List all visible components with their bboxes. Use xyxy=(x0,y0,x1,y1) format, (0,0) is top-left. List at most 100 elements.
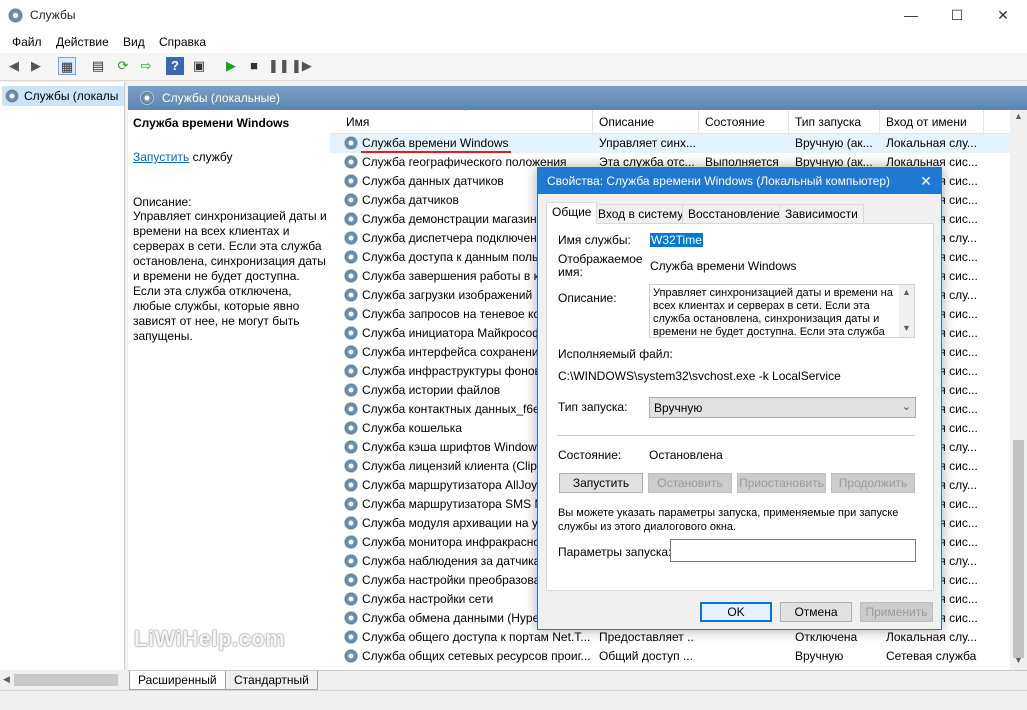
refresh-icon[interactable]: ⟳ xyxy=(114,57,132,75)
column-header-name[interactable]: Имя xyxy=(346,115,369,129)
minimize-button[interactable]: — xyxy=(888,0,934,31)
console-tree-icon[interactable]: ▦ xyxy=(58,57,76,75)
cancel-button[interactable]: Отмена xyxy=(780,602,852,622)
start-service-link[interactable]: Запустить xyxy=(133,150,189,164)
desc-text: Управляет синхронизацией даты и времени … xyxy=(133,209,327,343)
menu-view[interactable]: Вид xyxy=(123,35,145,49)
pause-service-icon[interactable]: ❚❚ xyxy=(268,57,290,75)
tab-general[interactable]: Общие xyxy=(546,202,598,224)
executable-label: Исполняемый файл: xyxy=(558,347,673,361)
service-gear-icon xyxy=(344,554,358,568)
service-gear-icon xyxy=(344,212,358,226)
description-label: Описание: xyxy=(558,291,617,305)
forward-arrow-icon[interactable]: ▶ xyxy=(27,57,45,75)
menu-bar: Файл Действие Вид Справка xyxy=(0,31,1027,53)
show-hide-pane-icon[interactable]: ▣ xyxy=(190,57,208,75)
pause-button[interactable]: Приостановить xyxy=(737,473,826,493)
start-params-input[interactable] xyxy=(670,539,916,562)
tab-log-on[interactable]: Вход в систему xyxy=(592,204,690,223)
service-gear-icon xyxy=(344,288,358,302)
service-gear-icon xyxy=(344,326,358,340)
service-gear-icon xyxy=(344,535,358,549)
apply-button[interactable]: Применить xyxy=(860,602,933,622)
column-header-description[interactable]: Описание xyxy=(599,115,654,129)
export-list-icon[interactable]: ⇨ xyxy=(137,57,155,75)
services-app-icon xyxy=(8,8,23,23)
chevron-down-icon: ⌄ xyxy=(901,401,911,413)
description-pane: Служба времени Windows Запустить службу … xyxy=(128,110,330,670)
scroll-left-icon[interactable]: ◀ xyxy=(3,674,10,685)
table-row[interactable]: Служба времени Windows Управляет синх... В… xyxy=(330,134,1010,153)
tab-standard[interactable]: Стандартный xyxy=(225,671,318,690)
ok-button[interactable]: OK xyxy=(700,602,772,622)
startup-type-value: Вручную xyxy=(654,401,703,415)
column-header-status[interactable]: Состояние xyxy=(705,115,765,129)
menu-file[interactable]: Файл xyxy=(12,35,42,49)
list-header: ⌃ Имя Описание Состояние Тип запуска Вхо… xyxy=(330,110,1010,134)
tab-recovery[interactable]: Восстановление xyxy=(682,204,786,223)
service-gear-icon xyxy=(344,592,358,606)
resume-button[interactable]: Продолжить xyxy=(831,473,915,493)
service-gear-icon xyxy=(344,136,358,150)
service-gear-icon xyxy=(344,383,358,397)
cell-name: Служба времени Windows xyxy=(362,136,509,150)
cell-desc: Предоставляет ... xyxy=(599,630,695,644)
scroll-up-icon[interactable]: ▲ xyxy=(902,287,911,297)
executable-path[interactable]: C:\WINDOWS\system32\svchost.exe -k Local… xyxy=(558,369,841,383)
start-service-icon[interactable]: ▶ xyxy=(222,57,240,75)
maximize-button[interactable]: ☐ xyxy=(934,0,980,31)
start-button[interactable]: Запустить xyxy=(559,473,643,493)
tree-horizontal-scrollbar[interactable]: ◀ xyxy=(0,670,125,690)
dialog-title-bar: Свойства: Служба времени Windows (Локаль… xyxy=(538,168,941,194)
column-header-startup-type[interactable]: Тип запуска xyxy=(795,115,861,129)
scroll-down-icon[interactable]: ▼ xyxy=(902,323,911,333)
divider xyxy=(558,435,915,436)
tree-item-services-local[interactable]: Службы (локалы xyxy=(2,86,124,106)
restart-service-icon[interactable]: ❚▶ xyxy=(291,57,312,75)
tab-dependencies[interactable]: Зависимости xyxy=(779,204,864,223)
window-title: Службы xyxy=(30,8,76,22)
tree-item-label: Службы (локалы xyxy=(24,89,119,103)
general-tab-panel: Имя службы: W32Time Отображаемое имя: Сл… xyxy=(546,223,934,591)
services-gear-icon xyxy=(5,89,19,103)
service-gear-icon xyxy=(344,611,358,625)
scrollbar-thumb[interactable] xyxy=(1013,440,1024,658)
menu-action[interactable]: Действие xyxy=(56,35,109,49)
service-gear-icon xyxy=(344,155,358,169)
description-scrollbar[interactable]: ▲ ▼ xyxy=(899,285,914,337)
service-properties-dialog: Свойства: Служба времени Windows (Локаль… xyxy=(537,167,942,630)
menu-help[interactable]: Справка xyxy=(159,35,206,49)
properties-icon[interactable]: ▤ xyxy=(89,57,107,75)
service-gear-icon xyxy=(344,345,358,359)
cell-logon: Локальная слу... xyxy=(886,136,977,150)
startup-type-select[interactable]: Вручную ⌄ xyxy=(649,397,916,418)
back-arrow-icon[interactable]: ◀ xyxy=(5,57,23,75)
service-gear-icon xyxy=(344,421,358,435)
column-header-log-on-as[interactable]: Вход от имени xyxy=(886,115,967,129)
help-icon[interactable]: ? xyxy=(166,57,184,75)
title-bar: Службы — ☐ ✕ xyxy=(0,0,1027,31)
service-gear-icon xyxy=(344,649,358,663)
tree-scroll-thumb[interactable] xyxy=(14,674,118,686)
stop-button[interactable]: Остановить xyxy=(648,473,732,493)
cell-start: Вручную (ак... xyxy=(795,136,873,150)
close-button[interactable]: ✕ xyxy=(980,0,1026,31)
startup-type-label: Тип запуска: xyxy=(558,400,628,414)
service-gear-icon xyxy=(344,402,358,416)
display-name-value[interactable]: Служба времени Windows xyxy=(650,259,797,273)
cell-start: Вручную xyxy=(795,649,844,663)
table-row[interactable]: Служба общих сетевых ресурсов проиг... Об… xyxy=(330,647,1010,666)
dialog-close-button[interactable]: ✕ xyxy=(916,171,936,191)
service-name-value[interactable]: W32Time xyxy=(650,233,703,247)
stop-service-icon[interactable]: ■ xyxy=(245,57,263,75)
tab-extended[interactable]: Расширенный xyxy=(129,671,226,690)
content-title: Службы (локальные) xyxy=(162,91,280,105)
cell-name: Служба общих сетевых ресурсов проиг... xyxy=(362,649,590,663)
description-box[interactable]: Управляет синхронизацией даты и времени … xyxy=(649,284,915,338)
scroll-up-icon[interactable]: ▲ xyxy=(1014,111,1023,121)
status-bar xyxy=(0,690,1027,710)
services-gear-icon xyxy=(140,91,154,105)
description-text: Управляет синхронизацией даты и времени … xyxy=(653,287,893,338)
table-row[interactable]: Служба общего доступа к портам Net.T... П… xyxy=(330,628,1010,647)
desc-service-title: Служба времени Windows xyxy=(133,116,290,130)
